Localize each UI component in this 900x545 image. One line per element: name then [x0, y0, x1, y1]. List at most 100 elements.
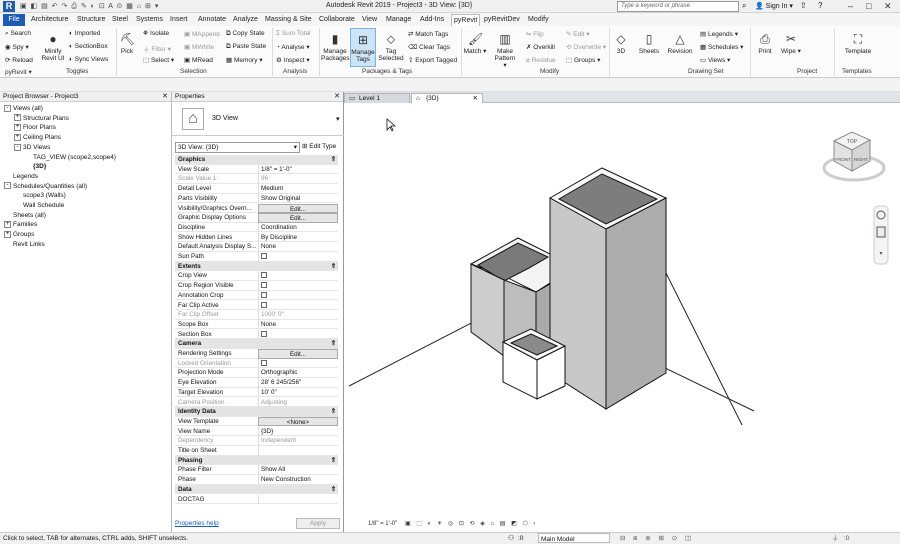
- property-button[interactable]: Edit...: [258, 349, 338, 359]
- property-checkbox[interactable]: [258, 271, 338, 281]
- property-button[interactable]: <None>: [258, 416, 338, 427]
- tab-level-1[interactable]: ▭ Level 1: [344, 93, 410, 103]
- collapse-icon[interactable]: ⇑: [331, 262, 336, 272]
- property-checkbox[interactable]: [258, 329, 338, 340]
- property-value[interactable]: 28' 6 245/256": [258, 378, 338, 388]
- tree-item[interactable]: + Groups: [4, 230, 34, 239]
- mread-button[interactable]: ▣ MRead: [184, 56, 213, 64]
- property-value[interactable]: {3D}: [258, 426, 338, 437]
- navigation-bar[interactable]: ▾: [873, 205, 889, 265]
- tab-systems[interactable]: Systems: [134, 14, 165, 26]
- expand-icon[interactable]: +: [14, 114, 21, 122]
- property-checkbox[interactable]: [258, 252, 338, 262]
- flip-button[interactable]: ⇋ Flip: [526, 30, 544, 38]
- clear-tags-button[interactable]: ⌫ Clear Tags: [408, 43, 450, 51]
- edit-type-button[interactable]: ⊞ Edit Type: [302, 141, 340, 153]
- tree-item[interactable]: Sheets (all): [4, 211, 46, 220]
- minify-button[interactable]: ● Minify Revit UI: [40, 32, 66, 62]
- tab-modify[interactable]: Modify: [526, 14, 551, 26]
- checkbox[interactable]: [261, 272, 267, 279]
- close-icon[interactable]: ✕: [334, 92, 340, 102]
- property-button[interactable]: Edit...: [258, 213, 338, 223]
- tab-insert[interactable]: Insert: [168, 14, 190, 26]
- manage-packages-button[interactable]: ▮ Manage Packages: [321, 32, 350, 62]
- cart-icon[interactable]: ⇧: [800, 1, 807, 10]
- reload-button[interactable]: ⟳ Reload: [5, 56, 33, 64]
- tree-item[interactable]: scope3 (Walls): [14, 191, 66, 200]
- properties-help-link[interactable]: Properties help: [175, 520, 219, 527]
- select-button[interactable]: ⬚ Select ▾: [143, 56, 174, 64]
- property-value[interactable]: Show Original: [258, 193, 338, 204]
- property-value[interactable]: [258, 494, 338, 505]
- property-value[interactable]: Orthographic: [258, 368, 338, 378]
- wipe-button[interactable]: ✂ Wipe ▾: [780, 32, 802, 55]
- tab-add-ins[interactable]: Add-Ins: [418, 14, 446, 26]
- tree-item[interactable]: Wall Schedule: [14, 201, 64, 210]
- checkbox[interactable]: [261, 291, 267, 298]
- export-tagged-button[interactable]: ⇪ Export Tagged: [408, 56, 457, 64]
- collapse-icon[interactable]: ⇑: [331, 456, 336, 466]
- sign-in-button[interactable]: 👤 Sign In ▾: [755, 2, 793, 10]
- revit-logo[interactable]: R: [3, 1, 15, 12]
- minimize-button[interactable]: –: [848, 1, 853, 11]
- worksharing-icon[interactable]: ⚇: [508, 533, 514, 544]
- make-pattern-button[interactable]: ▥ Make Pattern ▾: [492, 32, 518, 69]
- filter-icon[interactable]: ⏚: [832, 533, 839, 544]
- revision-button[interactable]: △ Revision: [666, 32, 694, 55]
- analyse-button[interactable]: ◔ Analyse ▾: [276, 43, 310, 51]
- isolate-button[interactable]: ⛯ Isolate: [143, 30, 169, 38]
- search-button[interactable]: ⌕ Search: [5, 30, 31, 38]
- tab-steel[interactable]: Steel: [110, 14, 130, 26]
- inspect-button[interactable]: ⚙ Inspect ▾: [276, 56, 310, 64]
- property-value[interactable]: None: [258, 242, 338, 252]
- template-button[interactable]: ⛶ Template: [840, 32, 876, 55]
- tree-item[interactable]: + Families: [4, 220, 37, 229]
- property-value[interactable]: 1/8" = 1'-0": [258, 164, 338, 175]
- tab-analyze[interactable]: Analyze: [231, 14, 260, 26]
- search-input[interactable]: Type a keyword or phrase: [617, 1, 739, 12]
- collapse-icon[interactable]: -: [4, 104, 11, 112]
- expand-icon[interactable]: +: [14, 133, 21, 141]
- filter-button[interactable]: ⏚ Filter ▾: [143, 43, 171, 53]
- edit-button[interactable]: ✎ Edit ▾: [566, 30, 590, 38]
- type-selector[interactable]: ⌂ 3D View ▾: [172, 102, 344, 136]
- copy-state-button[interactable]: ⧉ Copy State: [226, 30, 265, 38]
- property-value[interactable]: Show All: [258, 465, 338, 475]
- tab-pyrevit[interactable]: pyRevit: [451, 14, 481, 26]
- property-checkbox[interactable]: [258, 300, 338, 311]
- overkill-button[interactable]: ✗ Overkill: [526, 43, 555, 51]
- property-value[interactable]: New Construction: [258, 475, 338, 485]
- property-value[interactable]: [258, 446, 338, 456]
- view-scale[interactable]: 1/8" = 1'-0": [368, 521, 397, 527]
- help-icon[interactable]: ?: [818, 1, 822, 10]
- legends-button[interactable]: ▤ Legends ▾: [700, 30, 738, 38]
- imported-toggle[interactable]: ◐ Imported: [69, 30, 100, 37]
- design-option-select[interactable]: Main Model: [538, 533, 610, 543]
- property-checkbox[interactable]: [258, 281, 338, 291]
- spy-button[interactable]: ◉ Spy ▾: [5, 43, 29, 51]
- tab-annotate[interactable]: Annotate: [196, 14, 228, 26]
- collapse-icon[interactable]: ⇑: [331, 407, 336, 417]
- sync-views-toggle[interactable]: ◐ Sync Views: [69, 56, 108, 63]
- tab-3d[interactable]: ⌂ {3D} ✕: [411, 93, 483, 103]
- property-value[interactable]: Medium: [258, 184, 338, 194]
- sum-total-button[interactable]: Σ Sum Total: [276, 30, 311, 37]
- collapse-icon[interactable]: -: [4, 182, 11, 190]
- collapse-icon[interactable]: ⇑: [331, 155, 336, 165]
- tree-item[interactable]: + Ceiling Plans: [14, 133, 61, 142]
- tree-item[interactable]: - Schedules/Quantities (all): [4, 182, 87, 191]
- tree-item[interactable]: TAG_VIEW (scope2,scope4): [24, 153, 116, 162]
- memory-button[interactable]: ▦ Memory ▾: [226, 56, 263, 64]
- mwhite-button[interactable]: ▣ MWhite: [184, 43, 214, 51]
- property-section[interactable]: Phasing ⇑: [175, 455, 338, 466]
- tree-item[interactable]: - Views (all): [4, 104, 43, 113]
- manage-tags-button[interactable]: ⊞ Manage Tags: [350, 28, 376, 67]
- match-tags-button[interactable]: ⇄ Match Tags: [408, 30, 448, 38]
- expand-icon[interactable]: +: [14, 124, 21, 132]
- tree-item[interactable]: Revit Links: [4, 240, 45, 249]
- tab-collaborate[interactable]: Collaborate: [317, 14, 357, 26]
- checkbox[interactable]: [261, 282, 267, 289]
- group-pyrevit-label[interactable]: pyRevit ▾: [5, 68, 32, 76]
- property-section[interactable]: Data ⇑: [175, 484, 338, 495]
- threed-button[interactable]: ◇ 3D: [611, 32, 631, 55]
